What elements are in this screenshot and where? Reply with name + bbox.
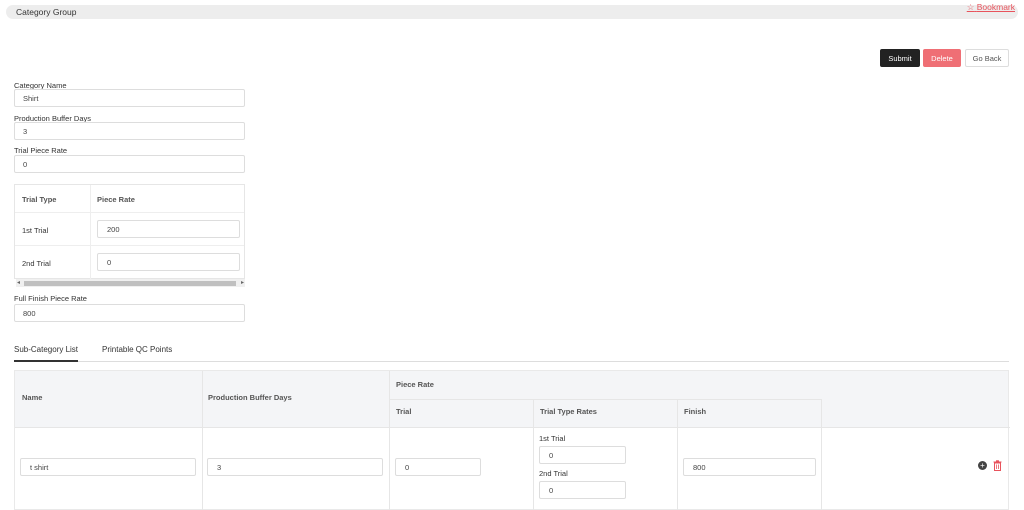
trial-type-cell: 2nd Trial <box>22 259 51 268</box>
add-row-icon[interactable]: + <box>978 461 987 470</box>
buffer-days-input[interactable]: 3 <box>14 122 245 140</box>
trial-column-header: Trial <box>396 407 412 416</box>
bookmark-label: Bookmark <box>976 2 1015 12</box>
table-row: 1st Trial 200 <box>15 213 244 246</box>
sub-trial-input[interactable]: 0 <box>395 458 481 476</box>
star-icon: ☆ <box>966 2 975 12</box>
page-header-bar: Category Group <box>6 5 1018 19</box>
category-name-input[interactable]: Shirt <box>14 89 245 107</box>
trial-type-table: Trial Type Piece Rate 1st Trial 200 2nd … <box>14 184 245 287</box>
trial-table-header: Trial Type Piece Rate <box>15 185 244 213</box>
tab-sub-category-list[interactable]: Sub-Category List <box>14 345 79 362</box>
go-back-button[interactable]: Go Back <box>965 49 1009 67</box>
trial-2-label: 2nd Trial <box>539 469 568 478</box>
tab-bar: Sub-Category List Printable QC Points <box>14 344 1009 362</box>
page-title: Category Group <box>16 7 77 17</box>
bookmark-link[interactable]: ☆ Bookmark <box>967 2 1015 13</box>
trial-rate-label: Trial Piece Rate <box>14 146 68 155</box>
piece-rate-input[interactable]: 200 <box>97 220 240 238</box>
full-finish-input[interactable]: 800 <box>14 304 245 322</box>
finish-column-header: Finish <box>684 407 707 416</box>
piece-rate-group-header: Piece Rate <box>396 380 434 389</box>
full-finish-label: Full Finish Piece Rate <box>14 294 87 303</box>
piece-rate-input[interactable]: 0 <box>97 253 240 271</box>
table-row: 2nd Trial 0 <box>15 246 244 279</box>
trial-type-header: Trial Type <box>22 195 57 204</box>
trial-2-input[interactable]: 0 <box>539 481 626 499</box>
delete-button[interactable]: Delete <box>923 49 961 67</box>
sub-category-table: Name Production Buffer Days Piece Rate T… <box>14 370 1010 510</box>
trial-rate-input[interactable]: 0 <box>14 155 245 173</box>
trash-icon[interactable] <box>993 460 1002 473</box>
sub-name-input[interactable]: t shirt <box>20 458 196 476</box>
trial-type-cell: 1st Trial <box>22 226 49 235</box>
scroll-left-icon[interactable]: ◂ <box>17 279 20 287</box>
piece-rate-header: Piece Rate <box>97 195 135 204</box>
trial-1-label: 1st Trial <box>539 434 566 443</box>
buffer-column-header: Production Buffer Days <box>208 393 292 402</box>
trial-type-rates-column-header: Trial Type Rates <box>540 407 597 416</box>
tab-printable-qc-points[interactable]: Printable QC Points <box>102 345 172 362</box>
scrollbar-thumb[interactable] <box>24 281 236 286</box>
sub-finish-input[interactable]: 800 <box>683 458 816 476</box>
scroll-right-icon[interactable]: ▸ <box>241 279 244 287</box>
sub-buffer-input[interactable]: 3 <box>207 458 383 476</box>
submit-button[interactable]: Submit <box>880 49 920 67</box>
trial-1-input[interactable]: 0 <box>539 446 626 464</box>
horizontal-scrollbar[interactable]: ◂ ▸ <box>16 279 245 287</box>
name-column-header: Name <box>22 393 43 402</box>
